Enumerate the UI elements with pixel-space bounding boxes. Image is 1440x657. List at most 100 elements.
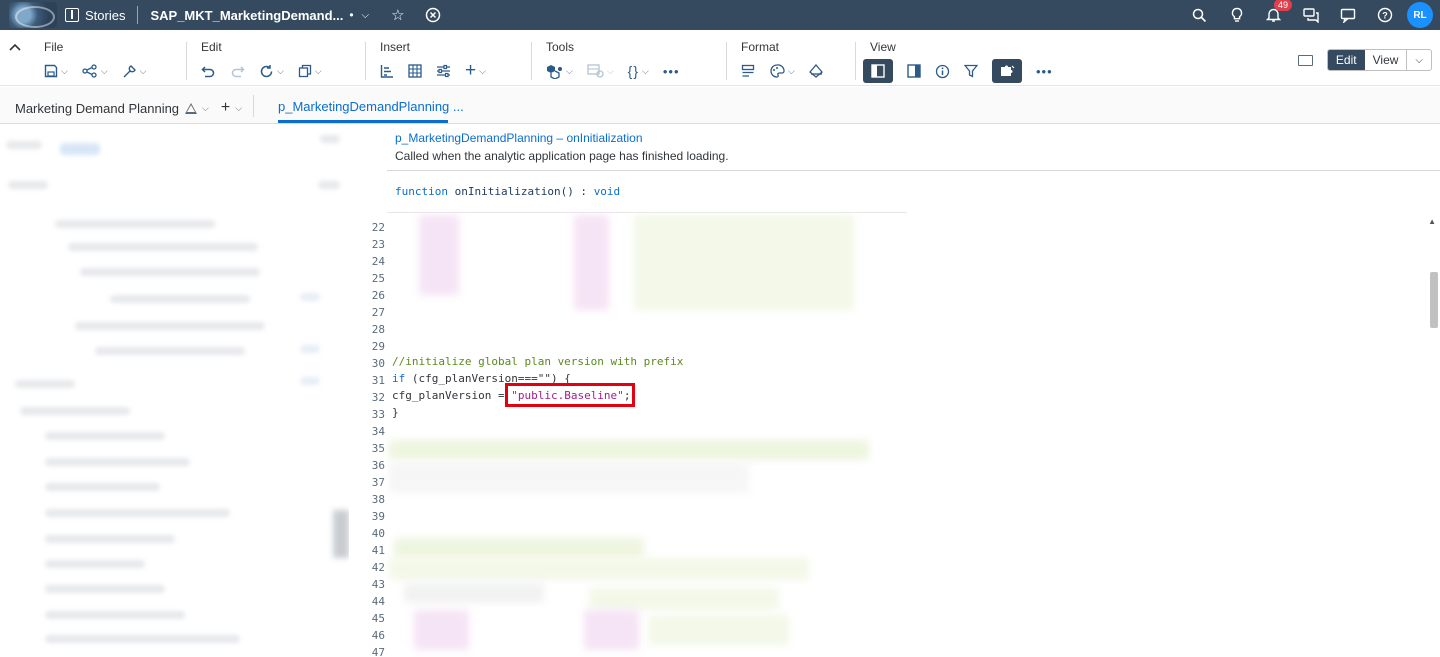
lightbulb-icon[interactable] — [1218, 0, 1255, 30]
right-side-panel-toggle[interactable] — [907, 60, 921, 82]
save-icon — [44, 64, 58, 78]
format-group-label: Format — [741, 40, 780, 54]
line-number: 26 — [371, 289, 385, 302]
chevron-down-icon[interactable]: ⌵ — [202, 103, 209, 114]
info-icon — [935, 64, 950, 78]
line-number: 47 — [371, 646, 385, 657]
chevron-down-icon[interactable]: ⌵ — [235, 103, 242, 114]
save-menu-button[interactable]: ⌵ — [44, 60, 68, 82]
copy-menu-button[interactable]: ⌵ — [298, 60, 322, 82]
line-number: 25 — [371, 272, 385, 285]
assignment-lhs: cfg_planVersion = — [392, 389, 512, 402]
search-icon[interactable] — [1181, 0, 1218, 30]
comment-text: //initialize global plan version with pr… — [392, 355, 684, 368]
toolbar-divider — [855, 42, 856, 80]
tools-more-button[interactable]: ••• — [663, 60, 680, 82]
refresh-menu-button[interactable]: ⌵ — [259, 60, 284, 82]
line-number: 46 — [371, 629, 385, 642]
collapse-toolbar-chevron-up-icon[interactable] — [9, 40, 21, 54]
if-keyword: if — [392, 372, 406, 385]
stories-menu[interactable]: Stories — [65, 8, 125, 23]
shell-actions: 49 ? RL — [1181, 0, 1440, 30]
page-tab-bar: Marketing Demand Planning ⌵ + ⌵ p_Market… — [0, 87, 1440, 124]
tab-script-marketing-demand-planning[interactable]: p_MarketingDemandPlanning ... — [278, 99, 464, 114]
code-line-30-comment[interactable]: //initialize global plan version with pr… — [392, 355, 683, 368]
chevron-down-icon: ⌵ — [314, 65, 322, 76]
notification-count-badge: 49 — [1274, 0, 1293, 11]
line-number: 30 — [371, 357, 385, 370]
edit-group: Edit ⌵ ⌵ — [201, 40, 336, 82]
line-number: 29 — [371, 340, 385, 353]
designer-panel-toggle[interactable] — [992, 59, 1022, 83]
insert-add-menu-button[interactable]: + ⌵ — [465, 60, 486, 82]
insert-input-control-button[interactable] — [436, 60, 451, 82]
undo-button[interactable] — [201, 60, 216, 82]
file-group-label: File — [44, 40, 64, 54]
chevron-down-icon: ⌵ — [100, 65, 108, 76]
story-name-tab[interactable]: Marketing Demand Planning ⌵ + ⌵ — [15, 99, 242, 117]
shell-separator — [137, 6, 139, 24]
line-number: 39 — [371, 510, 385, 523]
help-icon[interactable]: ? — [1366, 0, 1403, 30]
tools-cubes-menu-button[interactable]: ⌵ — [546, 60, 573, 82]
sap-logo[interactable] — [9, 2, 57, 28]
edit-view-segmented-button: Edit View ⌵ — [1326, 49, 1432, 71]
view-more-button[interactable]: ••• — [1036, 60, 1053, 82]
signature-separator — [387, 212, 907, 213]
svg-text:?: ? — [1382, 11, 1388, 21]
view-mode-button[interactable]: View — [1365, 50, 1408, 70]
wrench-icon — [123, 64, 136, 77]
favorite-star-icon[interactable]: ☆ — [391, 6, 404, 24]
info-button[interactable] — [935, 60, 950, 82]
story-name-label: Marketing Demand Planning — [15, 100, 180, 116]
line-number: 45 — [371, 612, 385, 625]
line-number: 24 — [371, 255, 385, 268]
format-painter-icon — [808, 64, 823, 78]
highlight-box-plan-version — [505, 383, 635, 407]
device-preview-icon[interactable] — [1297, 54, 1313, 66]
styling-button[interactable] — [741, 60, 755, 82]
more-dots-icon: ••• — [662, 63, 680, 79]
toolbar-divider — [726, 42, 727, 80]
filter-button[interactable] — [964, 60, 978, 82]
discussions-icon[interactable] — [1292, 0, 1329, 30]
line-number: 27 — [371, 306, 385, 319]
view-group-label: View — [870, 40, 896, 54]
edit-mode-button[interactable]: Edit — [1327, 50, 1365, 70]
stories-icon — [65, 8, 79, 22]
filter-icon — [964, 64, 978, 78]
insert-chart-button[interactable] — [380, 60, 394, 82]
script-description: Called when the analytic application pag… — [395, 149, 729, 163]
tools-disabled-menu-button[interactable]: ⌵ — [587, 60, 614, 82]
add-page-plus-icon[interactable]: + — [221, 99, 230, 117]
designer-puzzle-icon — [1001, 65, 1015, 76]
scripting-menu-button[interactable]: {} ⌵ — [628, 60, 649, 82]
notifications-bell-icon[interactable]: 49 — [1255, 0, 1293, 30]
settings-tools-menu-button[interactable]: ⌵ — [122, 60, 147, 82]
active-tab-indicator — [278, 120, 448, 123]
vertical-scrollbar-thumb[interactable] — [1430, 272, 1438, 328]
theme-menu-button[interactable]: ⌵ — [769, 60, 795, 82]
chevron-down-icon: ⌵ — [139, 65, 147, 76]
close-story-icon[interactable] — [425, 7, 441, 23]
title-chevron-down-icon[interactable]: ⌵ — [362, 10, 370, 21]
line-number: 43 — [371, 578, 385, 591]
chevron-down-icon: ⌵ — [642, 65, 649, 76]
left-side-panel-toggle[interactable] — [863, 59, 893, 83]
line-number: 38 — [371, 493, 385, 506]
format-painter-button[interactable] — [808, 60, 824, 82]
code-line-33[interactable]: } — [392, 406, 399, 419]
line-number: 44 — [371, 595, 385, 608]
user-avatar[interactable]: RL — [1407, 2, 1433, 28]
redo-button[interactable] — [230, 60, 245, 82]
signature-keyword: function — [395, 185, 448, 198]
scroll-up-arrow-icon[interactable]: ▲ — [1428, 217, 1436, 226]
closing-brace: } — [392, 406, 399, 419]
insert-table-button[interactable] — [408, 60, 422, 82]
share-menu-button[interactable]: ⌵ — [82, 60, 108, 82]
feedback-icon[interactable] — [1329, 0, 1366, 30]
tools-group: Tools ⌵ ⌵ {} ⌵ ••• — [546, 40, 694, 82]
mode-chevron-down-icon[interactable]: ⌵ — [1407, 50, 1431, 70]
story-toolbar: File ⌵ ⌵ ⌵ Edit ⌵ ⌵ Insert + ⌵ Tools ⌵ ⌵… — [0, 30, 1440, 86]
chevron-down-icon: ⌵ — [479, 65, 486, 76]
